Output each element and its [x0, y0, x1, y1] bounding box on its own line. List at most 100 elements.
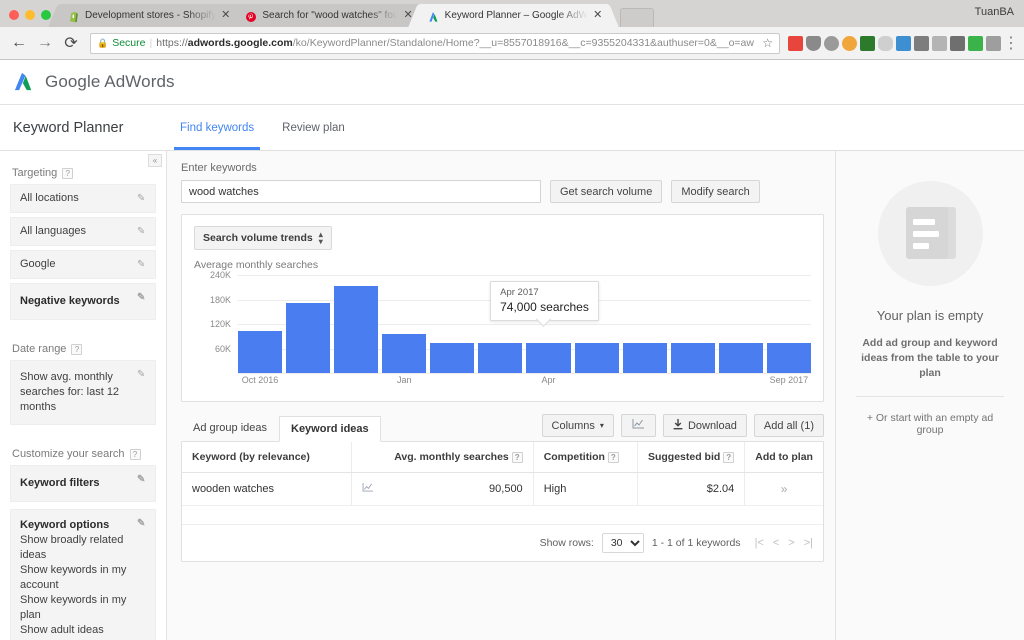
browser-menu-icon[interactable]: ⋮	[1003, 30, 1019, 56]
edit-pencil-icon[interactable]: ✎	[137, 472, 148, 485]
cloud-extension-icon[interactable]	[878, 35, 893, 51]
tab-ad-group-ideas[interactable]: Ad group ideas	[181, 415, 279, 441]
back-button[interactable]: ←	[6, 30, 32, 56]
rows-per-page-select[interactable]: 30	[601, 533, 644, 553]
tab-find-keywords[interactable]: Find keywords	[166, 105, 268, 150]
last-page-button[interactable]: >|	[804, 537, 813, 549]
column-header-keyword[interactable]: Keyword (by relevance)	[182, 442, 352, 473]
column-header-suggested-bid[interactable]: Suggested bid ?	[636, 442, 745, 473]
maximize-window-button[interactable]	[41, 10, 51, 20]
extension-icons: ⋮	[786, 30, 1019, 56]
keyword-planner-subheader: Keyword Planner Find keywords Review pla…	[0, 105, 1024, 151]
start-empty-ad-group-link[interactable]: + Or start with an empty ad group	[852, 412, 1008, 436]
code-extension-icon[interactable]	[914, 35, 929, 51]
help-icon[interactable]: ?	[723, 452, 735, 463]
help-icon[interactable]: ?	[607, 452, 619, 463]
search-volume-trends-select[interactable]: Search volume trends ▴ ▾	[194, 226, 332, 250]
url-text: https://adwords.google.com/ko/KeywordPla…	[156, 37, 754, 49]
search-input[interactable]	[181, 180, 541, 203]
sidebar-item-all-locations[interactable]: All locations ✎	[10, 184, 156, 213]
close-tab-icon[interactable]: ✕	[593, 10, 602, 21]
first-page-button[interactable]: |<	[755, 537, 764, 549]
chart-bar[interactable]	[766, 343, 811, 373]
crop-extension-icon[interactable]	[950, 35, 965, 51]
page-body: « Targeting ? All locations ✎ All langua…	[0, 151, 1024, 640]
reload-button[interactable]: ⟳	[58, 30, 84, 56]
sidebar-item-keyword-options[interactable]: Keyword options ✎ Show broadly related i…	[10, 509, 156, 640]
tab-keyword-ideas[interactable]: Keyword ideas	[279, 416, 381, 442]
chart-bar[interactable]	[574, 343, 619, 373]
eyedropper-extension-icon[interactable]	[968, 35, 983, 51]
chart-bar[interactable]	[526, 343, 571, 373]
chart-bar[interactable]	[622, 343, 667, 373]
cell-add-to-plan[interactable]: »	[744, 472, 823, 506]
keyword-option-in-my-account[interactable]: Show keywords in my account	[20, 563, 133, 593]
shield-extension-icon[interactable]	[806, 35, 821, 51]
chart-bar[interactable]	[334, 286, 379, 373]
help-icon[interactable]: ?	[129, 448, 141, 460]
modify-search-button[interactable]: Modify search	[671, 180, 760, 203]
keyword-option-adult-ideas[interactable]: Show adult ideas	[20, 623, 133, 638]
help-icon[interactable]: ?	[71, 343, 83, 355]
get-search-volume-button[interactable]: Get search volume	[550, 180, 663, 203]
edit-pencil-icon[interactable]: ✎	[137, 191, 148, 204]
chart-view-button[interactable]	[620, 414, 656, 437]
adwords-header: Google AdWords	[0, 60, 1024, 105]
calendar-extension-icon[interactable]	[788, 35, 803, 51]
download-button[interactable]: Download	[662, 414, 747, 437]
browser-tab-shopify[interactable]: Development stores - Shopify ✕	[59, 4, 237, 27]
columns-button[interactable]: Columns ▾	[541, 414, 614, 437]
prev-page-button[interactable]: <	[773, 537, 779, 549]
minimize-window-button[interactable]	[25, 10, 35, 20]
chart-bar[interactable]	[718, 343, 763, 373]
chevron-down-icon: ▾	[599, 421, 604, 430]
next-page-button[interactable]: >	[788, 537, 794, 549]
edit-pencil-icon[interactable]: ✎	[137, 257, 148, 270]
gear-extension-icon[interactable]	[824, 35, 839, 51]
address-bar[interactable]: 🔒 Secure | https://adwords.google.com/ko…	[90, 32, 780, 54]
column-header-avg-monthly-searches[interactable]: Avg. monthly searches ?	[384, 442, 534, 473]
close-window-button[interactable]	[9, 10, 19, 20]
bookmark-star-icon[interactable]: ☆	[762, 36, 773, 50]
moon-extension-icon[interactable]	[842, 35, 857, 51]
line-chart-icon	[362, 483, 374, 495]
forward-button[interactable]: →	[32, 30, 58, 56]
chart-bar[interactable]	[286, 302, 331, 373]
chart-bar[interactable]	[670, 343, 715, 373]
sidebar-item-keyword-filters[interactable]: Keyword filters ✎	[10, 465, 156, 502]
chart-bar[interactable]	[478, 343, 523, 373]
pagination-range-label: 1 - 1 of 1 keywords	[651, 537, 741, 549]
y-tick-120k: 120K	[209, 319, 231, 329]
cell-trend-sparkline[interactable]	[351, 472, 385, 506]
tab-review-plan[interactable]: Review plan	[268, 105, 359, 150]
help-icon[interactable]: ?	[511, 452, 523, 463]
keyword-option-broadly-related[interactable]: Show broadly related ideas	[20, 533, 133, 563]
help-icon[interactable]: ?	[62, 167, 74, 179]
bitwarden-extension-icon[interactable]	[860, 35, 875, 51]
column-header-competition[interactable]: Competition ?	[532, 442, 638, 473]
edit-pencil-icon[interactable]: ✎	[137, 367, 148, 380]
add-to-plan-icon[interactable]: »	[781, 482, 788, 496]
browser-profile-name[interactable]: TuanBA	[975, 6, 1014, 18]
new-tab-button[interactable]	[620, 8, 655, 27]
add-all-button[interactable]: Add all (1)	[753, 414, 824, 437]
edit-pencil-icon[interactable]: ✎	[137, 516, 148, 529]
table-row[interactable]: wooden watches 90,500 High $2.04 »	[182, 472, 823, 506]
browser-tab-keyword-planner[interactable]: Keyword Planner – Google AdW ✕	[418, 4, 609, 27]
table-tabs-row: Ad group ideas Keyword ideas Columns ▾ D…	[181, 414, 824, 442]
edit-pencil-icon[interactable]: ✎	[137, 224, 148, 237]
sidebar-item-google[interactable]: Google ✎	[10, 250, 156, 279]
keyword-option-in-my-plan[interactable]: Show keywords in my plan	[20, 593, 133, 623]
sidebar-collapse-button[interactable]: «	[148, 154, 162, 167]
edit-pencil-icon[interactable]: ✎	[137, 290, 148, 303]
browser-tab-search[interactable]: Search for "wood watches" fou ✕	[236, 4, 419, 27]
chart-bar[interactable]	[238, 330, 283, 373]
chart-bar[interactable]	[430, 343, 475, 373]
copy-extension-icon[interactable]	[932, 35, 947, 51]
sidebar-item-date-range[interactable]: Show avg. monthly searches for: last 12 …	[10, 360, 156, 425]
c-extension-icon[interactable]	[986, 35, 1001, 51]
sidebar-item-negative-keywords[interactable]: Negative keywords ✎	[10, 283, 156, 320]
sidebar-item-all-languages[interactable]: All languages ✎	[10, 217, 156, 246]
blue-extension-icon[interactable]	[896, 35, 911, 51]
chart-bar[interactable]	[382, 333, 427, 373]
